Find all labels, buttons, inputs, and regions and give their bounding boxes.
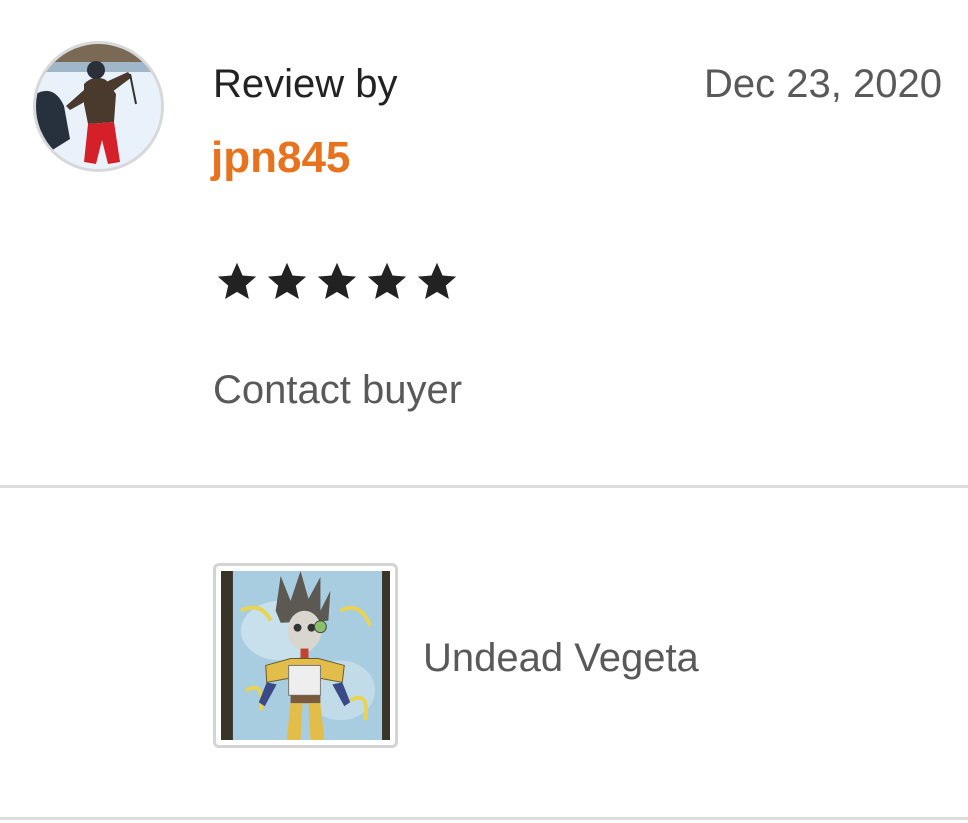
divider [0,817,968,820]
star-filled-icon [417,262,457,300]
contact-buyer-link[interactable]: Contact buyer [213,366,462,414]
product-title-link[interactable]: Undead Vegeta [423,634,699,682]
reviewer-username-link[interactable]: jpn845 [211,132,350,184]
review-card: Review by jpn845 Dec 23, 2020 Contact bu… [0,0,968,488]
star-filled-icon [217,262,257,300]
review-date: Dec 23, 2020 [704,62,942,106]
product-image [221,571,390,740]
star-rating [214,258,460,304]
avatar-photo [36,44,161,169]
product-thumbnail[interactable] [213,563,398,748]
star-filled-icon [267,262,307,300]
review-by-label: Review by [213,62,398,106]
avatar[interactable] [33,41,164,172]
star-filled-icon [367,262,407,300]
star-filled-icon [317,262,357,300]
